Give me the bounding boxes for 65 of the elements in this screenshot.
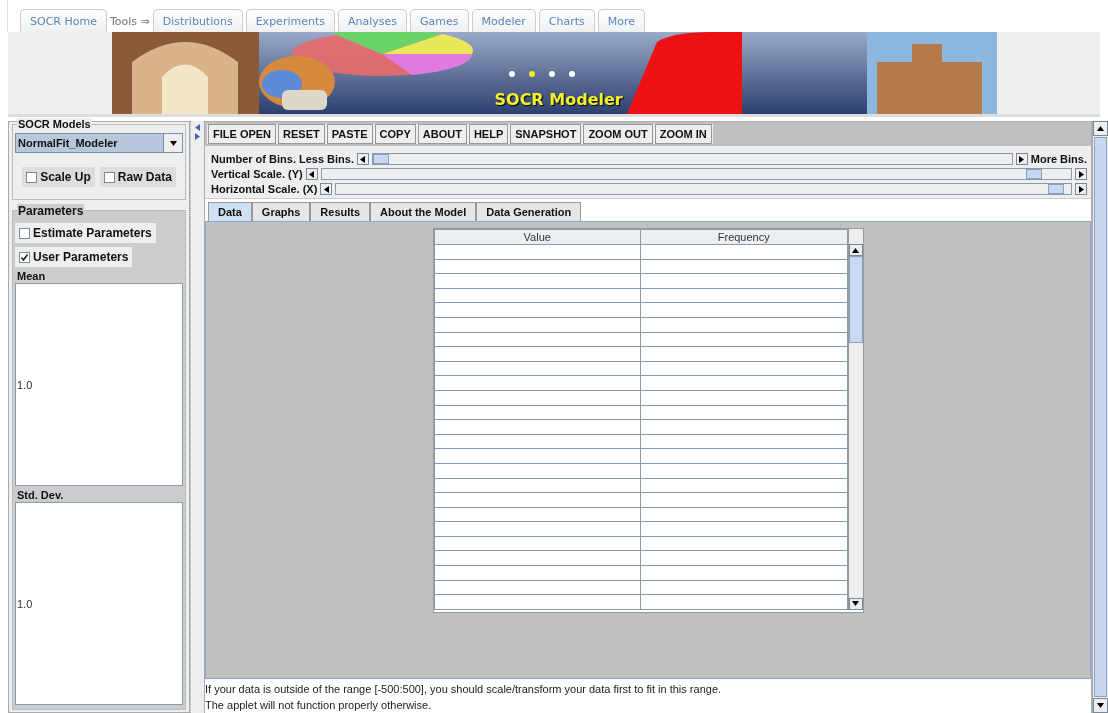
nav-tab[interactable]: Games: [410, 9, 469, 32]
checkbox[interactable]: User Parameters: [15, 247, 133, 267]
model-dropdown[interactable]: NormalFit_Modeler: [15, 133, 183, 153]
slider-thumb[interactable]: [1047, 184, 1064, 194]
toolbar-button[interactable]: HELP: [468, 124, 509, 144]
nav-tab[interactable]: Charts: [538, 9, 595, 32]
slider-thumb[interactable]: [1025, 169, 1042, 179]
tab[interactable]: Graphs: [251, 202, 311, 221]
column-header[interactable]: Value: [434, 229, 641, 245]
scroll-left-icon[interactable]: [305, 168, 318, 180]
slider-min-label: Less Bins.: [298, 153, 354, 165]
nav-tab[interactable]: Modeler: [471, 9, 536, 32]
scroll-left-icon[interactable]: [320, 183, 333, 195]
toolbar-button[interactable]: ZOOM IN: [654, 124, 712, 144]
nav-tab[interactable]: More: [597, 9, 646, 32]
check-icon: [21, 253, 28, 261]
dropdown-arrow-icon[interactable]: [169, 140, 177, 146]
toolbar-button[interactable]: COPY: [374, 124, 416, 144]
tab[interactable]: About the Model: [370, 202, 477, 221]
slider-label: Vertical Scale. (Y): [211, 168, 303, 180]
tab[interactable]: Data: [208, 202, 252, 221]
text-area[interactable]: 1.0: [15, 502, 183, 705]
nav-tab[interactable]: Analyses: [337, 9, 407, 32]
slider-track[interactable]: [320, 168, 1072, 180]
slider-track[interactable]: [335, 183, 1072, 195]
group-title: SOCR Models: [17, 118, 92, 130]
toolbar-button[interactable]: RESET: [278, 124, 325, 144]
scroll-down-icon[interactable]: [848, 597, 863, 610]
toolbar-button[interactable]: ZOOM OUT: [583, 124, 653, 144]
nav-tab[interactable]: Experiments: [245, 9, 335, 32]
toolbar-button[interactable]: PASTE: [326, 124, 373, 144]
group-title: Parameters: [17, 204, 85, 218]
splitter-arrows-icon[interactable]: [195, 124, 200, 140]
nav-tab[interactable]: SOCR Home: [20, 9, 107, 32]
column-header[interactable]: Frequency: [640, 229, 847, 245]
scroll-left-icon[interactable]: [357, 153, 369, 165]
nav-tab[interactable]: Distributions: [152, 9, 243, 32]
toolbar-button[interactable]: FILE OPEN: [208, 124, 277, 144]
message-text: If your data is outside of the range [-500:500], you should scale/transform your data first to fit in this range.: [205, 682, 723, 697]
checkbox[interactable]: Estimate Parameters: [15, 223, 156, 243]
tab[interactable]: Data Generation: [476, 202, 582, 221]
slider-max-label: More Bins.: [1030, 153, 1087, 165]
scroll-up-icon[interactable]: [848, 244, 863, 256]
scroll-up-icon[interactable]: [1093, 121, 1108, 136]
field-label: Mean: [16, 269, 47, 283]
scroll-right-icon[interactable]: [1075, 168, 1087, 180]
slider-track[interactable]: [372, 153, 1013, 165]
tab[interactable]: Results: [310, 202, 371, 221]
tools-label: Tools ⇒: [109, 15, 151, 30]
scroll-thumb[interactable]: [848, 256, 863, 343]
slider-thumb[interactable]: [373, 154, 389, 164]
message-text: The applet will not function properly otherwise.: [205, 698, 433, 713]
scroll-thumb[interactable]: [1094, 137, 1107, 697]
scroll-right-icon[interactable]: [1015, 153, 1028, 165]
slider-label: Horizontal Scale. (X): [211, 183, 318, 195]
scroll-right-icon[interactable]: [1075, 183, 1087, 195]
checkbox[interactable]: Raw Data: [99, 167, 176, 187]
slider-label: Number of Bins.: [211, 153, 296, 165]
banner-title: SOCR Modeler: [494, 90, 623, 109]
text-area[interactable]: 1.0: [15, 283, 183, 486]
scroll-down-icon[interactable]: [1093, 698, 1108, 713]
checkbox[interactable]: Scale Up: [22, 167, 95, 187]
field-label: Std. Dev.: [16, 488, 65, 502]
toolbar-button[interactable]: SNAPSHOT: [510, 124, 582, 144]
toolbar-button[interactable]: ABOUT: [417, 124, 467, 144]
